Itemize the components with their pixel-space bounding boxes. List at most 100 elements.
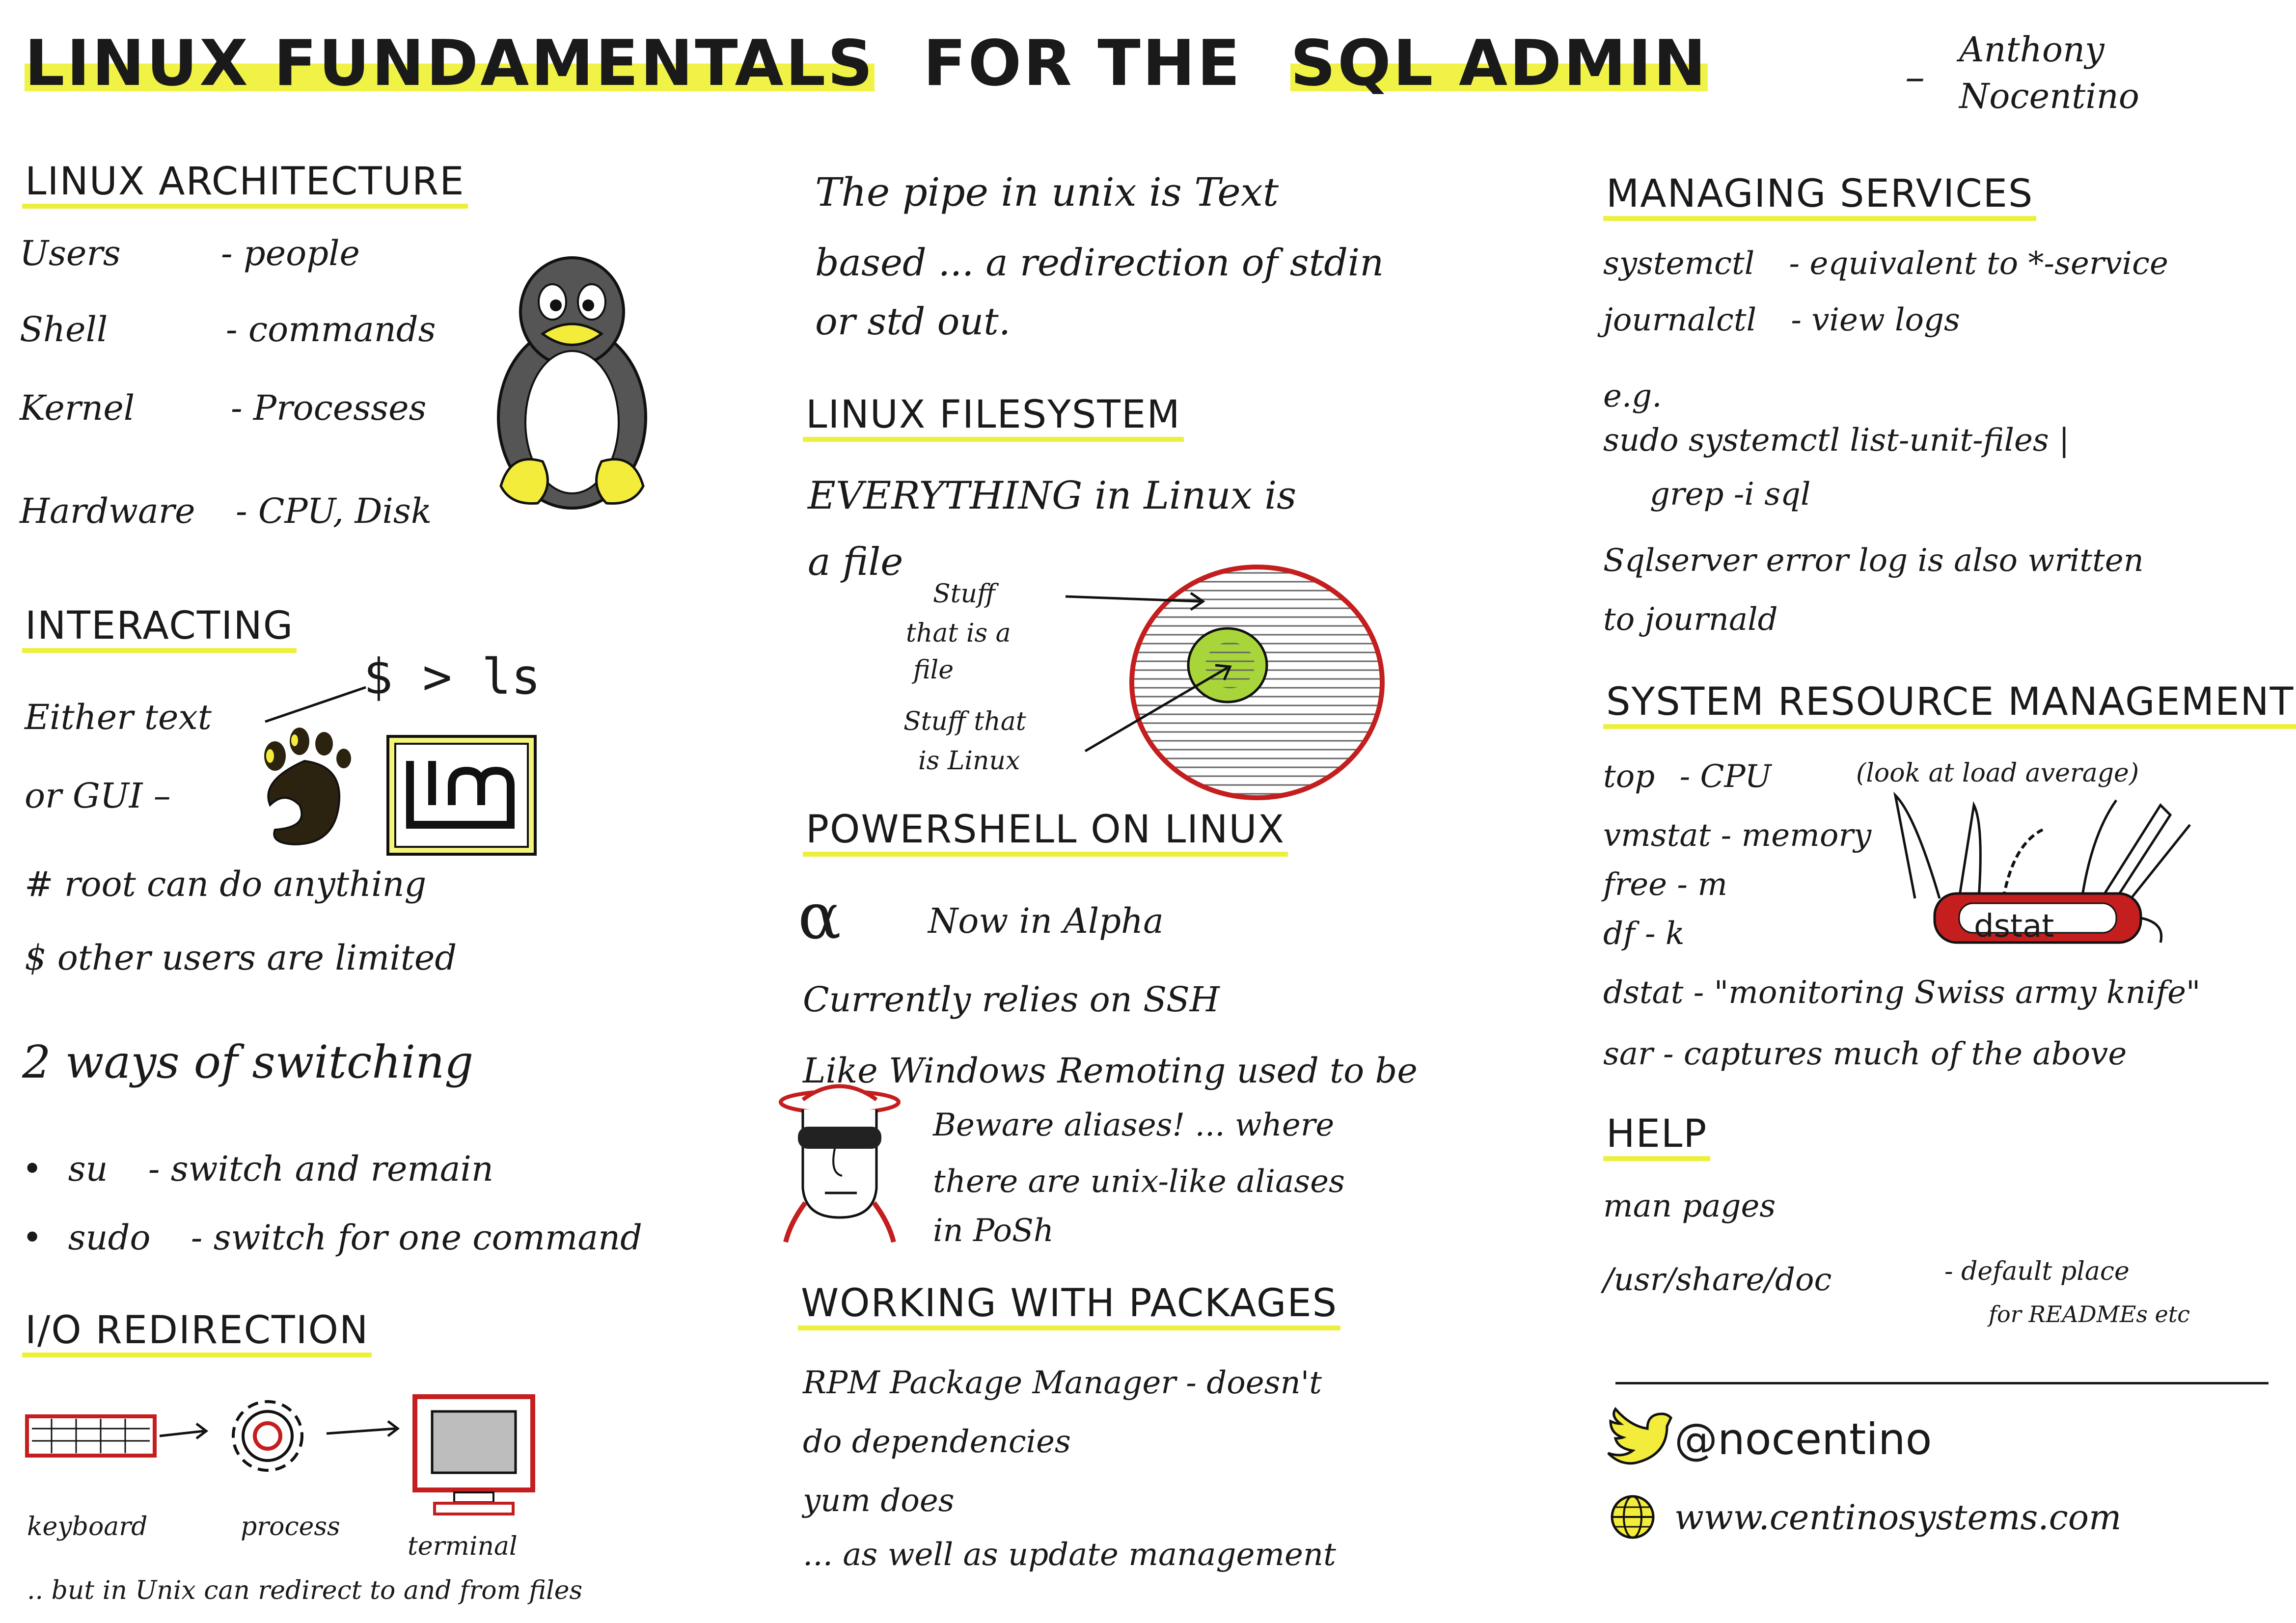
twitter-bird-icon — [1607, 1407, 1673, 1465]
gear-icon — [232, 1400, 303, 1472]
arch-kernel-desc: - Processes — [231, 388, 427, 428]
title-part1: LINUX FUNDAMENTALS — [25, 27, 875, 100]
process-label: process — [241, 1512, 340, 1542]
eg-label: e.g. — [1603, 378, 1662, 414]
top-line: top - CPU — [1603, 758, 1771, 795]
example-line-2: grep -i sql — [1650, 476, 1811, 513]
df-line: df - k — [1603, 916, 1685, 952]
pipe-line-2: based ... a redirection of stdin — [815, 241, 1384, 284]
arch-kernel-term: Kernel — [20, 388, 135, 428]
linux-mint-logo-icon — [386, 735, 537, 856]
dstat-line: dstat - "monitoring Swiss army knife" — [1603, 974, 2201, 1011]
globe-icon — [1611, 1495, 1655, 1539]
su-command: su — [68, 1149, 108, 1189]
or-gui-label: or GUI – — [25, 776, 171, 816]
label-stuff-linux-1: Stuff that — [903, 707, 1026, 736]
powershell-heading: POWERSHELL ON LINUX — [803, 808, 1288, 857]
filesystem-line-2: a file — [808, 540, 903, 584]
beware-line-3: in PoSh — [933, 1213, 1054, 1249]
title-part2: FOR THE — [923, 27, 1242, 100]
architecture-heading: LINUX ARCHITECTURE — [22, 160, 468, 209]
bullet-sudo: • sudo - switch for one command — [22, 1217, 642, 1258]
divider — [1615, 1382, 2269, 1384]
doc-path: /usr/share/doc — [1603, 1262, 1832, 1298]
doc-description-1: - default place — [1944, 1257, 2130, 1286]
arch-shell-desc: - commands — [226, 309, 436, 350]
example-line-1: sudo systemctl list-unit-files | — [1603, 422, 2070, 459]
help-heading: HELP — [1603, 1112, 1711, 1161]
arrow-icon — [265, 686, 366, 723]
journalctl-command: journalctl — [1603, 302, 1757, 338]
terminal-label: terminal — [408, 1532, 518, 1561]
title-part3: SQL ADMIN — [1290, 27, 1708, 100]
sqlserver-note-2: to journald — [1603, 601, 1778, 638]
keyboard-icon — [25, 1414, 157, 1458]
sar-line: sar - captures much of the above — [1603, 1036, 2127, 1072]
beware-line-2: there are unix-like aliases — [933, 1163, 1345, 1200]
journalctl-line: journalctl - view logs — [1603, 302, 1960, 338]
arrow-icon — [1065, 592, 1205, 611]
packages-line-3: yum does — [803, 1483, 955, 1519]
ways-of-switching: 2 ways of switching — [22, 1036, 474, 1088]
bullet-su: • su - switch and remain — [22, 1149, 493, 1189]
top-description: - CPU — [1679, 758, 1772, 795]
pipe-line-3: or std out. — [815, 299, 1011, 343]
spy-character-icon — [779, 1084, 901, 1243]
su-description: - switch and remain — [148, 1149, 493, 1189]
top-note: (look at load average) — [1856, 758, 2139, 788]
vmstat-line: vmstat - memory — [1603, 817, 1872, 854]
arch-hardware-desc: - CPU, Disk — [236, 491, 432, 531]
page-title: LINUX FUNDAMENTALS FOR THE SQL ADMIN — [25, 27, 1708, 100]
twitter-handle[interactable]: @nocentino — [1674, 1414, 1932, 1464]
filesystem-line-1: EVERYTHING in Linux is — [808, 474, 1297, 518]
man-pages: man pages — [1603, 1188, 1776, 1224]
arch-hardware-term: Hardware — [20, 491, 195, 531]
journalctl-description: - view logs — [1791, 302, 1960, 338]
keyboard-label: keyboard — [27, 1512, 148, 1542]
systemctl-description: - equivalent to *-service — [1789, 245, 2168, 282]
title-dash: – — [1905, 54, 1925, 100]
interacting-heading: INTERACTING — [22, 604, 297, 653]
packages-line-4: ... as well as update management — [803, 1537, 1336, 1573]
other-users-line: $ other users are limited — [25, 938, 457, 978]
arrow-icon — [1084, 664, 1232, 753]
alpha-symbol-icon: α — [798, 879, 841, 953]
gnome-foot-icon — [264, 728, 351, 846]
terminal-monitor-icon — [412, 1394, 535, 1515]
filesystem-heading: LINUX FILESYSTEM — [803, 393, 1184, 442]
label-stuff-file-1: Stuff — [933, 579, 995, 609]
systemctl-command: systemctl — [1603, 245, 1755, 282]
beware-line-1: Beware aliases! ... where — [933, 1107, 1335, 1143]
bullet-dot: • — [22, 1217, 43, 1258]
io-flow-diagram — [25, 1394, 535, 1515]
io-footer-note: .. but in Unix can redirect to and from … — [27, 1576, 583, 1605]
label-stuff-file-3: file — [913, 655, 954, 685]
author-first-name: Anthony — [1959, 29, 2105, 70]
label-stuff-linux-2: is Linux — [918, 746, 1020, 776]
systemctl-line: systemctl - equivalent to *-service — [1603, 245, 2168, 282]
label-stuff-file-2: that is a — [906, 619, 1011, 648]
author-last-name: Nocentino — [1959, 76, 2139, 116]
packages-line-1: RPM Package Manager - doesn't — [803, 1365, 1322, 1401]
doc-description-2: for READMEs etc — [1989, 1301, 2190, 1327]
free-line: free - m — [1603, 866, 1728, 903]
sudo-command: sudo — [68, 1217, 151, 1258]
either-text-label: Either text — [25, 697, 212, 737]
packages-heading: WORKING WITH PACKAGES — [798, 1281, 1341, 1330]
services-heading: MANAGING SERVICES — [1603, 172, 2037, 221]
sqlserver-note-1: Sqlserver error log is also written — [1603, 542, 2144, 579]
pipe-line-1: The pipe in unix is Text — [815, 169, 1279, 215]
top-command: top — [1603, 758, 1655, 795]
shell-prompt-example: $ > ls — [363, 648, 541, 705]
dstat-knife-label: dstat — [1974, 908, 2054, 945]
packages-line-2: do dependencies — [803, 1424, 1071, 1460]
website-link[interactable]: www.centinosystems.com — [1674, 1497, 2121, 1538]
arch-shell-term: Shell — [20, 309, 108, 350]
resources-heading: SYSTEM RESOURCE MANAGEMENT — [1603, 680, 2296, 729]
root-line: # root can do anything — [25, 864, 427, 904]
bullet-dot: • — [22, 1149, 43, 1189]
arch-users-term: Users — [20, 233, 121, 273]
sudo-description: - switch for one command — [191, 1217, 642, 1258]
arch-users-desc: - people — [221, 233, 360, 273]
now-in-alpha: Now in Alpha — [928, 901, 1164, 941]
